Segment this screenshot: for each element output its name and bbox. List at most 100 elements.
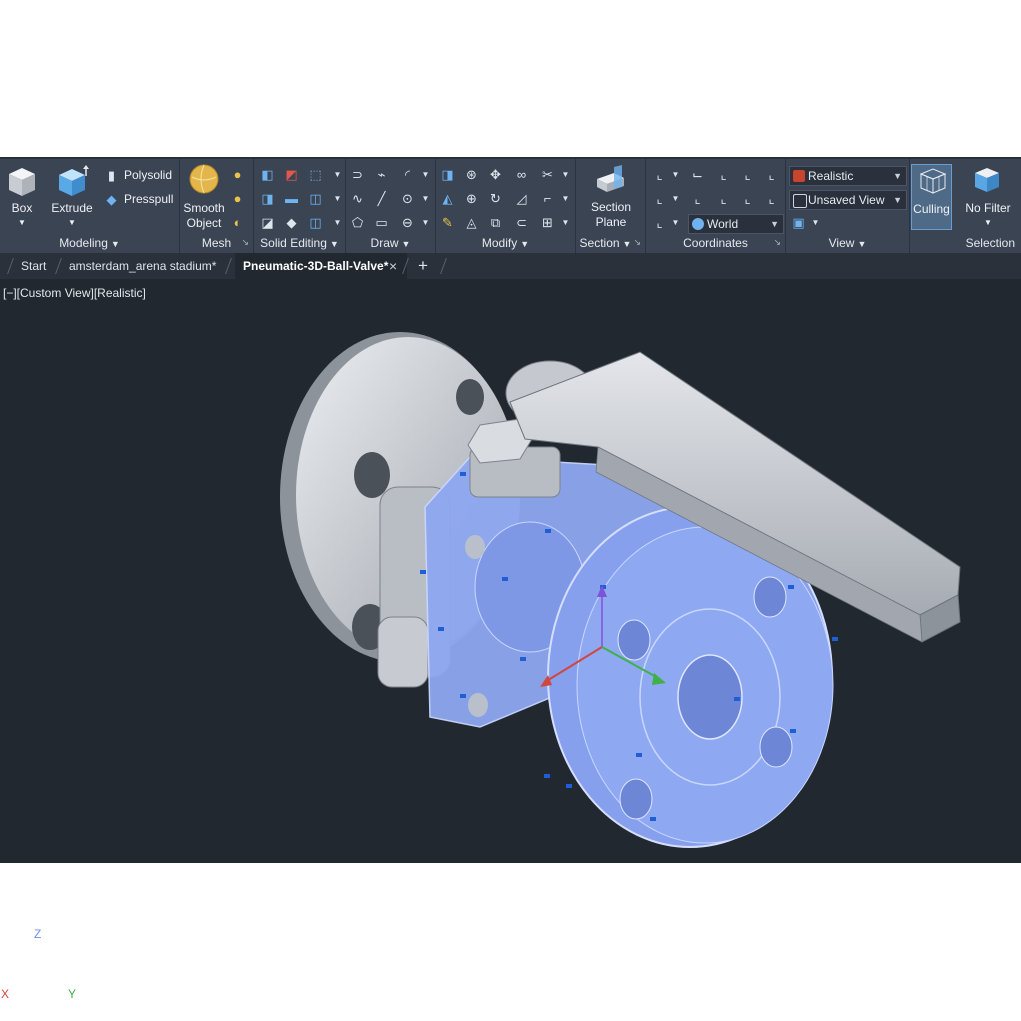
- smooth-object-icon: [189, 164, 219, 194]
- culling-button[interactable]: Culling: [911, 164, 952, 230]
- ucs-face-icon[interactable]: ⌞: [740, 191, 755, 206]
- draw-panel-title[interactable]: Draw ▼: [346, 236, 435, 250]
- ucs-y-icon[interactable]: ⌞: [740, 167, 755, 182]
- ucs-z-icon[interactable]: ⌞: [764, 167, 779, 182]
- presspull-label: Presspull: [124, 192, 174, 206]
- new-tab-button[interactable]: +: [418, 253, 428, 279]
- viewport-config-icon[interactable]: ▣: [791, 215, 806, 230]
- solid-box-edit-icon[interactable]: ⬚: [308, 167, 323, 182]
- mesh-crease-icon[interactable]: ◐: [230, 215, 245, 230]
- tab-start[interactable]: Start: [21, 253, 46, 279]
- mesh-add-icon[interactable]: ●: [230, 167, 245, 182]
- drawing-viewport[interactable]: [−][Custom View][Realistic] Z Y X: [0, 279, 1021, 1001]
- 3d-mirror-icon[interactable]: ◭: [440, 191, 455, 206]
- polyline-icon[interactable]: ⊃: [350, 167, 365, 182]
- axis-y-label: Y: [68, 987, 77, 1001]
- mesh-dialog-launcher-icon[interactable]: ↘: [241, 237, 249, 248]
- viewport-controls-label[interactable]: [−][Custom View][Realistic]: [3, 286, 146, 300]
- solid-editing-panel-title[interactable]: Solid Editing ▼: [254, 236, 345, 250]
- separate-icon[interactable]: ◫: [308, 191, 323, 206]
- line-icon[interactable]: ╱: [374, 191, 389, 206]
- ucs-combo[interactable]: World ▼: [688, 214, 784, 234]
- solid-editing-panel: ◧ ◩ ⬚ ▼ ◨ ▬ ◫ ▼ ◪ ◆ ◫ ▼ Solid Editing ▼: [254, 159, 346, 253]
- named-view-combo[interactable]: Unsaved View ▼: [789, 190, 907, 210]
- rectangle-icon[interactable]: ▭: [374, 215, 389, 230]
- solid-edit-dropdown-3-icon[interactable]: ▼: [330, 215, 345, 230]
- fillet-icon[interactable]: ⌐: [540, 191, 555, 206]
- no-filter-dropdown-icon[interactable]: ▼: [958, 215, 1018, 230]
- modeling-panel-title[interactable]: Modeling ▼: [0, 236, 179, 250]
- section-plane-button[interactable]: Section Plane: [580, 163, 642, 233]
- offset-icon[interactable]: ⊂: [514, 215, 529, 230]
- modify-dropdown-2-icon[interactable]: ▼: [558, 191, 573, 206]
- box-dropdown-icon[interactable]: ▼: [4, 215, 40, 230]
- intersect-icon[interactable]: ◨: [260, 191, 275, 206]
- union-icon[interactable]: ◧: [260, 167, 275, 182]
- view-panel: Realistic ▼ Unsaved View ▼ ▣ ▼ View ▼: [786, 159, 910, 253]
- draw-dropdown-2-icon[interactable]: ▼: [418, 191, 433, 206]
- trim-icon[interactable]: ✂: [540, 167, 555, 182]
- 3d-array-icon[interactable]: ⊕: [464, 191, 479, 206]
- mesh-refine-icon[interactable]: ●: [230, 191, 245, 206]
- circle-icon[interactable]: ⊙: [400, 191, 415, 206]
- coord-dropdown-1-icon[interactable]: ▼: [668, 167, 683, 182]
- copy-icon[interactable]: ⧉: [488, 215, 503, 230]
- ellipse-icon[interactable]: ⊖: [400, 215, 415, 230]
- view-dropdown-icon[interactable]: ▼: [808, 215, 823, 230]
- ucs-icon[interactable]: ⌞: [652, 167, 667, 182]
- autocad-window: Box ▼ Extrude ▼ ▮ Polysolid ◆ Presspull …: [0, 157, 1021, 1001]
- visual-style-combo[interactable]: Realistic ▼: [789, 166, 907, 186]
- mirror-icon[interactable]: ◨: [440, 167, 455, 182]
- presspull-button[interactable]: ◆ Presspull: [104, 191, 176, 209]
- modify-dropdown-3-icon[interactable]: ▼: [558, 215, 573, 230]
- coord-dropdown-3-icon[interactable]: ▼: [668, 215, 683, 230]
- no-filter-label: No Filter: [965, 201, 1011, 215]
- solid-edit-dropdown-2-icon[interactable]: ▼: [330, 191, 345, 206]
- smooth-object-button[interactable]: Smooth Object: [182, 163, 226, 231]
- thicken-icon[interactable]: ◆: [284, 215, 299, 230]
- tab-close-icon[interactable]: ×: [389, 253, 397, 279]
- ucs-object-icon[interactable]: ⌞: [716, 191, 731, 206]
- no-filter-button[interactable]: No Filter ▼: [958, 164, 1018, 230]
- erase-icon[interactable]: ✎: [440, 215, 455, 230]
- extrude-button[interactable]: Extrude ▼: [50, 165, 94, 229]
- 3d-align-icon[interactable]: ∞: [514, 167, 529, 182]
- ribbon: Box ▼ Extrude ▼ ▮ Polysolid ◆ Presspull …: [0, 157, 1021, 253]
- ucs-icon-settings-icon[interactable]: ⌞: [652, 215, 667, 230]
- tab-pneumatic-ball-valve[interactable]: Pneumatic-3D-Ball-Valve*: [235, 253, 407, 279]
- view-panel-title[interactable]: View ▼: [786, 236, 909, 250]
- interfere-icon[interactable]: ◪: [260, 215, 275, 230]
- solid-edit-dropdown-1-icon[interactable]: ▼: [330, 167, 345, 182]
- draw-dropdown-3-icon[interactable]: ▼: [418, 215, 433, 230]
- 3d-rotate-icon[interactable]: ⊛: [464, 167, 479, 182]
- subtract-icon[interactable]: ◩: [284, 167, 299, 182]
- box-button[interactable]: Box ▼: [4, 165, 40, 229]
- coord-dropdown-2-icon[interactable]: ▼: [668, 191, 683, 206]
- coordinates-dialog-launcher-icon[interactable]: ↘: [773, 237, 781, 248]
- section-plane-label-2: Plane: [595, 215, 627, 229]
- ucs-origin-icon[interactable]: ⌞: [652, 191, 667, 206]
- arc-icon[interactable]: ◜: [400, 167, 415, 182]
- 3dpoly-icon[interactable]: ⌁: [374, 167, 389, 182]
- selection-panel: Culling No Filter ▼ Selection: [910, 159, 1021, 253]
- scale-icon[interactable]: ◬: [464, 215, 479, 230]
- ucs-view-icon[interactable]: ⌞: [690, 191, 705, 206]
- slice-icon[interactable]: ▬: [284, 191, 299, 206]
- stretch-icon[interactable]: ◿: [514, 191, 529, 206]
- shell-icon[interactable]: ◫: [308, 215, 323, 230]
- move-icon[interactable]: ✥: [488, 167, 503, 182]
- spline-icon[interactable]: ∿: [350, 191, 365, 206]
- tab-amsterdam-arena[interactable]: amsterdam_arena stadium*: [69, 253, 216, 279]
- modify-panel-title[interactable]: Modify ▼: [436, 236, 575, 250]
- draw-dropdown-1-icon[interactable]: ▼: [418, 167, 433, 182]
- polygon-icon[interactable]: ⬠: [350, 215, 365, 230]
- ucs-3point-icon[interactable]: ⌞: [764, 191, 779, 206]
- section-dialog-launcher-icon[interactable]: ↘: [633, 237, 641, 248]
- ucs-x-icon[interactable]: ⌞: [716, 167, 731, 182]
- polysolid-button[interactable]: ▮ Polysolid: [104, 167, 176, 185]
- rotate-icon[interactable]: ↻: [488, 191, 503, 206]
- ucs-world-icon[interactable]: ⌙: [690, 167, 705, 182]
- extrude-dropdown-icon[interactable]: ▼: [50, 215, 94, 230]
- array-icon[interactable]: ⊞: [540, 215, 555, 230]
- modify-dropdown-1-icon[interactable]: ▼: [558, 167, 573, 182]
